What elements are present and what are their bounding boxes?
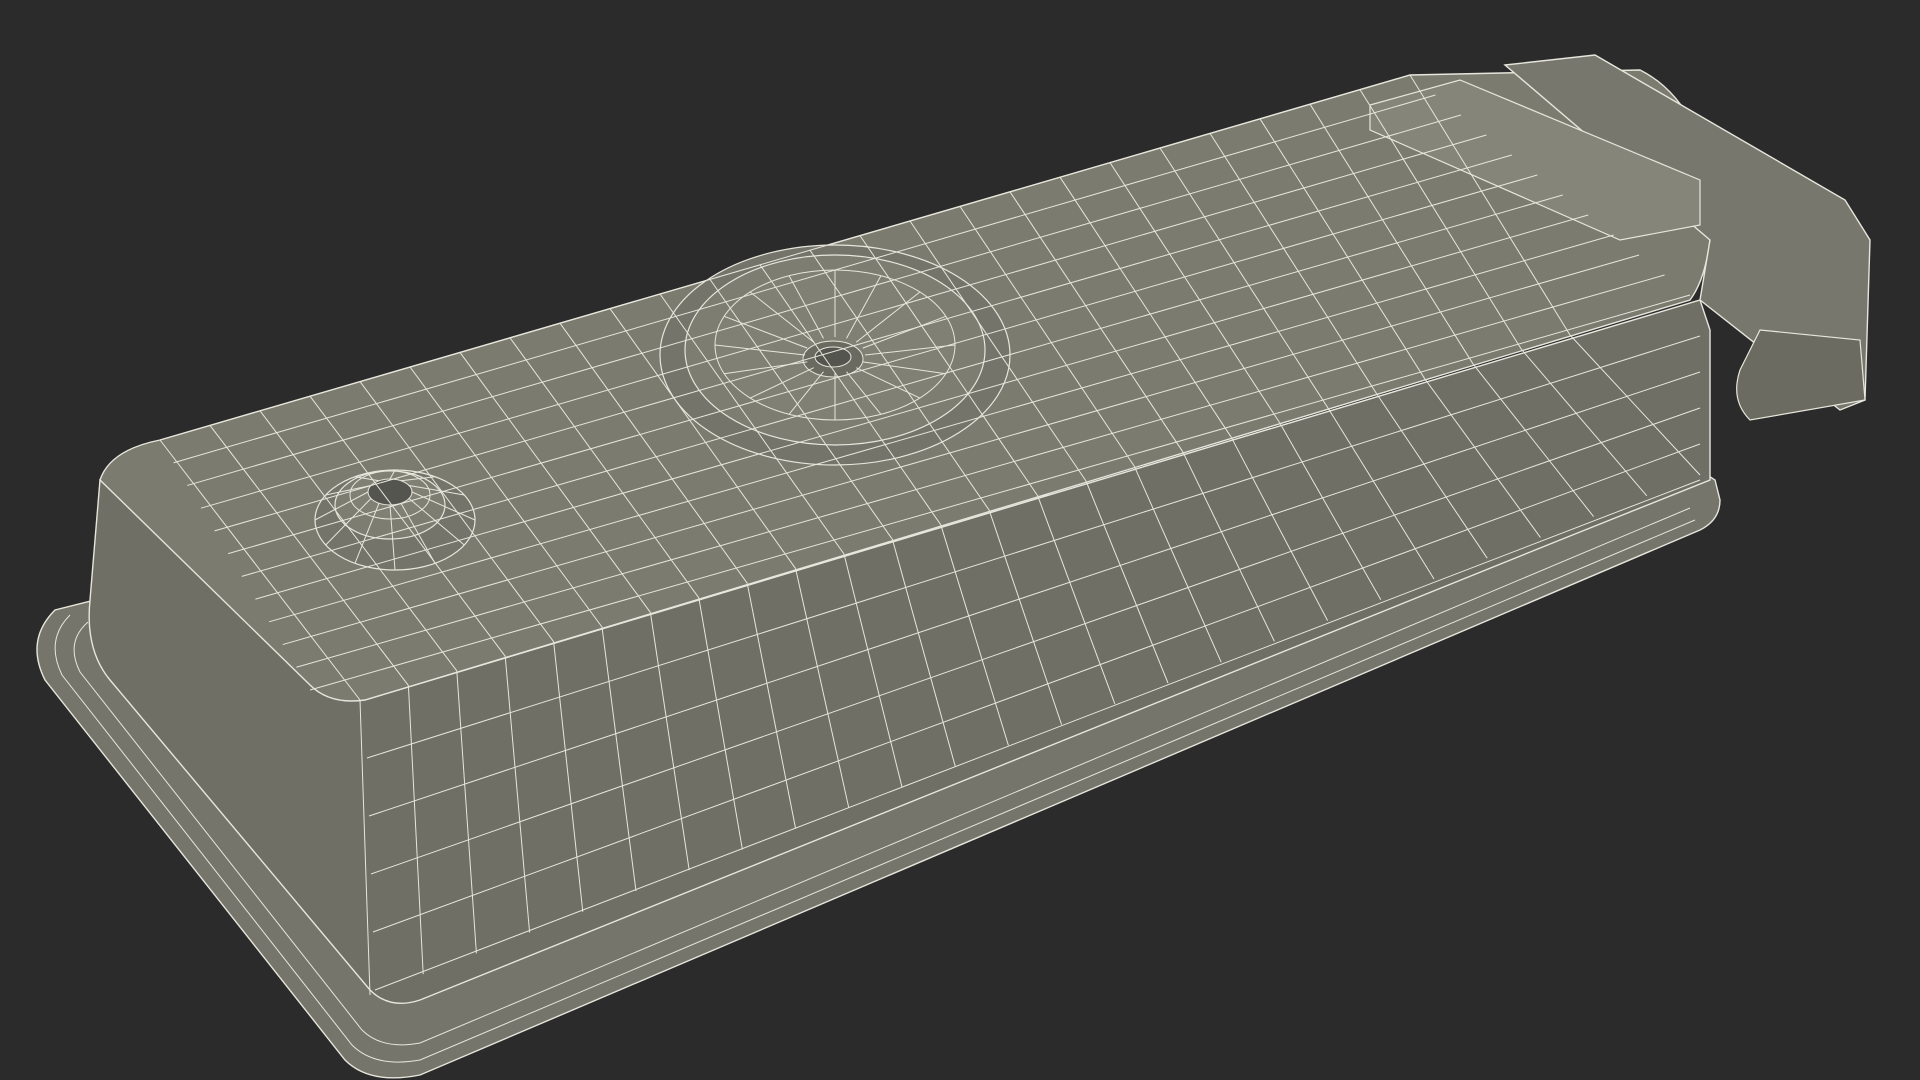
small-boss xyxy=(314,469,476,571)
wireframe-model-render xyxy=(0,0,1920,1080)
render-viewport xyxy=(0,0,1920,1080)
